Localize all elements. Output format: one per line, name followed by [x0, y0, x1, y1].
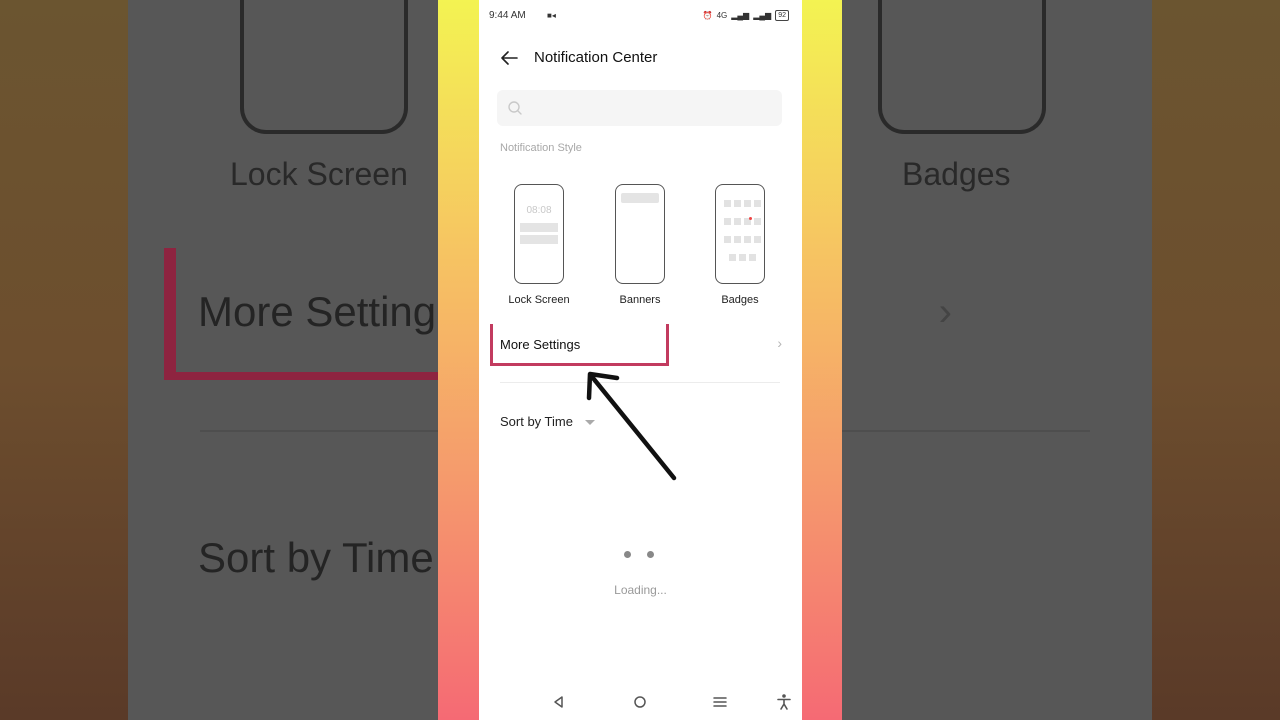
- section-label-notification-style: Notification Style: [500, 142, 582, 154]
- badges-preview-icon: [715, 184, 765, 284]
- alarm-icon: ⏰: [702, 11, 713, 20]
- nav-home-icon[interactable]: [630, 692, 650, 712]
- lock-screen-preview-time: 08:08: [526, 205, 552, 216]
- style-option-label: Lock Screen: [508, 294, 570, 306]
- preview-bar: [621, 193, 659, 203]
- bg-sort-label: Sort by Time: [198, 534, 434, 581]
- preview-bar: [520, 223, 558, 232]
- background-right: [1152, 0, 1280, 720]
- loading-spinner-icon: [622, 551, 662, 559]
- app-grid-icon: [722, 197, 762, 269]
- status-time: 9:44 AM: [489, 10, 526, 21]
- bg-lock-screen-label: Lock Screen: [230, 156, 408, 192]
- nav-back-icon[interactable]: [549, 692, 569, 712]
- nav-menu-icon[interactable]: [710, 692, 730, 712]
- lock-screen-preview-icon: 08:08: [514, 184, 564, 284]
- battery-icon: 92: [775, 10, 789, 21]
- style-option-banners[interactable]: Banners: [600, 184, 680, 306]
- signal-icon: ▂▄▆: [731, 11, 750, 20]
- preview-bar: [520, 235, 558, 244]
- search-input[interactable]: [497, 90, 782, 126]
- bg-badges-label: Badges: [902, 156, 1011, 192]
- sort-dropdown[interactable]: Sort by Time: [500, 414, 573, 429]
- page-title: Notification Center: [534, 49, 658, 66]
- app-header: Notification Center: [479, 44, 802, 74]
- style-option-label: Badges: [721, 294, 759, 306]
- bg-phone-icon: [878, 0, 1046, 134]
- style-option-badges[interactable]: Badges: [700, 184, 780, 306]
- system-nav-bar: [479, 690, 802, 714]
- screen-record-icon: ■◂: [547, 11, 556, 20]
- network-type: 4G: [716, 11, 728, 20]
- bg-highlight: [164, 248, 438, 380]
- background-left: [0, 0, 128, 720]
- bg-phone-icon: [240, 0, 408, 134]
- style-option-label: Banners: [619, 294, 661, 306]
- style-option-lock-screen[interactable]: 08:08 Lock Screen: [499, 184, 579, 306]
- search-icon: [508, 101, 522, 115]
- bg-chevron-right-icon: ›: [938, 290, 952, 334]
- more-settings-label: More Settings: [500, 337, 581, 352]
- loading-text: Loading...: [614, 583, 667, 597]
- status-bar: 9:44 AM ■◂ ⏰ 4G ▂▄▆ ▂▄▆ 92: [489, 10, 789, 24]
- back-arrow-icon[interactable]: [497, 46, 521, 70]
- annotation-arrow-icon: [586, 371, 677, 481]
- chevron-right-icon: ›: [777, 335, 782, 351]
- accessibility-icon[interactable]: [774, 692, 794, 712]
- status-icons: ⏰ 4G ▂▄▆ ▂▄▆ 92: [703, 10, 789, 21]
- signal-icon-2: ▂▄▆: [753, 11, 772, 20]
- banners-preview-icon: [615, 184, 665, 284]
